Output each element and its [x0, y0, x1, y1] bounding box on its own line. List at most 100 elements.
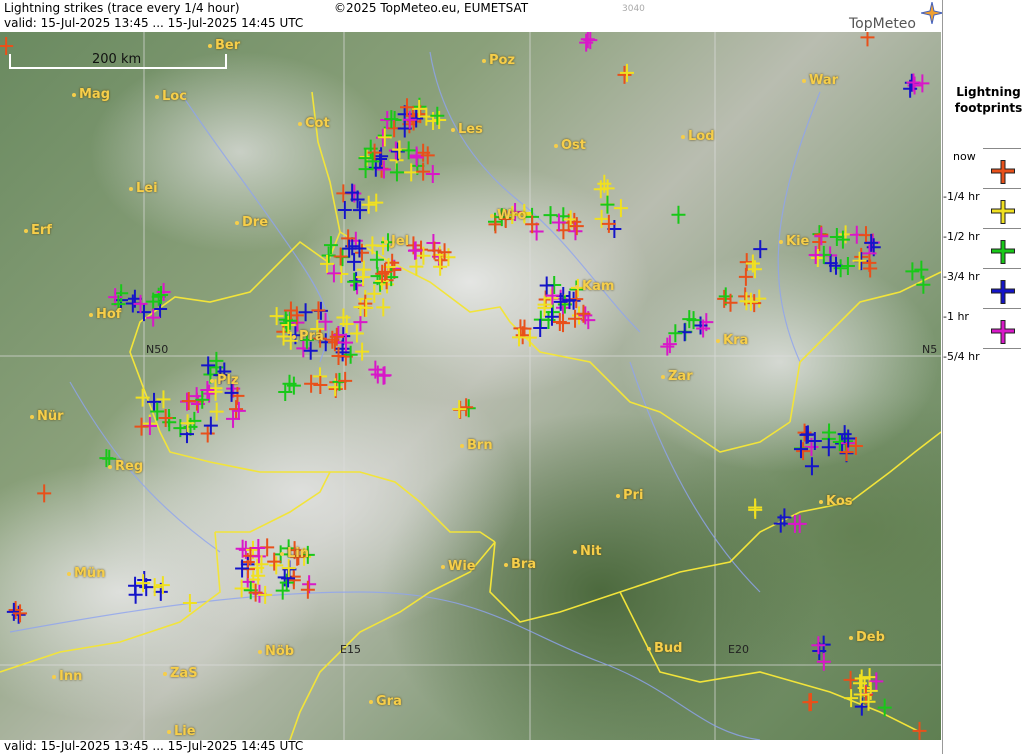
city-label: Deb — [849, 630, 885, 645]
lightning-strike-marker — [671, 205, 686, 224]
city-label: Zar — [661, 369, 693, 384]
city-label: Erf — [24, 223, 52, 238]
lightning-strike-marker — [356, 268, 371, 287]
city-label: ZaS — [163, 666, 198, 681]
legend-label: -1 hr — [943, 310, 969, 323]
lightning-strike-marker — [580, 32, 595, 49]
lightning-strike-marker — [369, 193, 384, 212]
legend-item: -1/4 hr — [943, 188, 1033, 230]
lightning-strike-marker — [358, 160, 373, 179]
city-label: Reg — [108, 459, 143, 474]
lightning-strike-marker — [796, 442, 811, 461]
lightning-strike-marker — [802, 693, 817, 712]
city-label: Hof — [89, 307, 121, 322]
city-label: Gra — [369, 694, 402, 709]
lightning-strike-marker — [304, 374, 319, 393]
lightning-strike-marker — [854, 669, 869, 688]
lightning-strike-marker — [860, 32, 875, 47]
city-label: Pra — [292, 329, 324, 344]
lightning-strike-marker — [852, 251, 867, 270]
city-label: Plz — [210, 373, 239, 388]
lightning-strike-marker — [37, 484, 52, 503]
grid-label-e15: E15 — [340, 643, 361, 656]
lightning-strike-marker — [797, 423, 812, 442]
legend-separator — [983, 348, 1021, 349]
lightning-strike-marker — [843, 670, 858, 689]
lightning-strike-marker — [835, 230, 850, 249]
lightning-strike-marker — [350, 276, 365, 295]
legend-item: -3/4 hr — [943, 268, 1033, 310]
lightning-strike-marker — [717, 289, 732, 308]
lightning-strike-marker — [578, 306, 593, 325]
city-label: Mün — [67, 566, 105, 581]
map-code: 3040 — [622, 4, 645, 14]
lightning-strike-marker — [840, 257, 855, 276]
city-label: Ost — [554, 138, 586, 153]
lightning-strike-marker — [377, 128, 392, 147]
lightning-strike-marker — [613, 199, 628, 218]
city-label: Wie — [441, 559, 476, 574]
lightning-cross-icon — [991, 320, 1015, 344]
lightning-strike-marker — [425, 164, 440, 183]
grid-label-n50-left: N50 — [146, 343, 169, 356]
city-label: Kie — [779, 234, 809, 249]
lightning-strike-marker — [0, 37, 14, 56]
lightning-strike-marker — [459, 398, 474, 417]
lightning-strike-marker — [180, 414, 195, 433]
city-label: Lin — [280, 546, 309, 561]
city-label: Kam — [575, 279, 614, 294]
city-label: Brn — [460, 438, 493, 453]
city-label: War — [802, 73, 838, 88]
copyright: ©2025 TopMeteo.eu, EUMETSAT — [334, 1, 529, 15]
legend-separator — [983, 148, 1021, 149]
lightning-strike-marker — [182, 593, 197, 612]
legend-separator — [983, 308, 1021, 309]
lightning-strike-marker — [748, 500, 763, 519]
satellite-map: 200 km N50 N5 E15 E20 Ber Poz War Mag Lo… — [0, 32, 941, 740]
lightning-strike-marker — [390, 142, 405, 161]
city-label: Inn — [52, 669, 82, 684]
lightning-strike-marker — [200, 424, 215, 443]
grid-label-n50-right: N5 — [922, 343, 938, 356]
lightning-strike-marker — [376, 298, 391, 317]
lightning-strike-marker — [821, 438, 836, 457]
lightning-strike-marker — [201, 356, 216, 375]
city-label: Dre — [235, 215, 268, 230]
city-label: Kos — [819, 494, 853, 509]
lightning-cross-icon — [991, 240, 1015, 264]
lightning-strike-marker — [229, 400, 244, 419]
city-label: Ber — [208, 38, 240, 53]
lightning-strike-marker — [298, 303, 313, 322]
lat-lon-grid — [0, 32, 941, 740]
city-label: Loc — [155, 89, 187, 104]
lightning-strike-marker — [349, 324, 364, 343]
city-label: Nöb — [258, 644, 294, 659]
city-label: Les — [451, 122, 483, 137]
grid-label-e20: E20 — [728, 643, 749, 656]
lightning-strike-marker — [376, 160, 391, 179]
lightning-strike-marker — [147, 392, 162, 411]
lightning-strike-marker — [619, 63, 634, 82]
lightning-strike-marker — [533, 319, 548, 338]
lightning-strike-marker — [600, 179, 615, 198]
lightning-strike-marker — [617, 65, 632, 84]
city-label: Lei — [129, 181, 158, 196]
lightning-strike-marker — [303, 341, 318, 360]
legend-item: -1/2 hr — [943, 228, 1033, 270]
lightning-strike-marker — [337, 200, 352, 219]
lightning-strike-marker — [333, 247, 348, 266]
city-label: Lie — [167, 724, 196, 739]
lightning-strike-marker — [877, 698, 892, 717]
lightning-strike-marker — [914, 260, 929, 279]
city-label: Kra — [716, 333, 748, 348]
validity-footer: valid: 15-Jul-2025 13:45 ... 15-Jul-2025… — [4, 739, 304, 753]
city-label: Nür — [30, 409, 64, 424]
legend-label: -5/4 hr — [943, 350, 980, 363]
legend-label: now — [953, 150, 976, 163]
lightning-strike-marker — [808, 245, 823, 264]
lightning-strike-marker — [347, 272, 362, 291]
lightning-strike-marker — [323, 236, 338, 255]
lightning-strike-marker — [912, 721, 927, 740]
lightning-strike-marker — [313, 376, 328, 395]
city-label: Wro — [490, 208, 526, 223]
